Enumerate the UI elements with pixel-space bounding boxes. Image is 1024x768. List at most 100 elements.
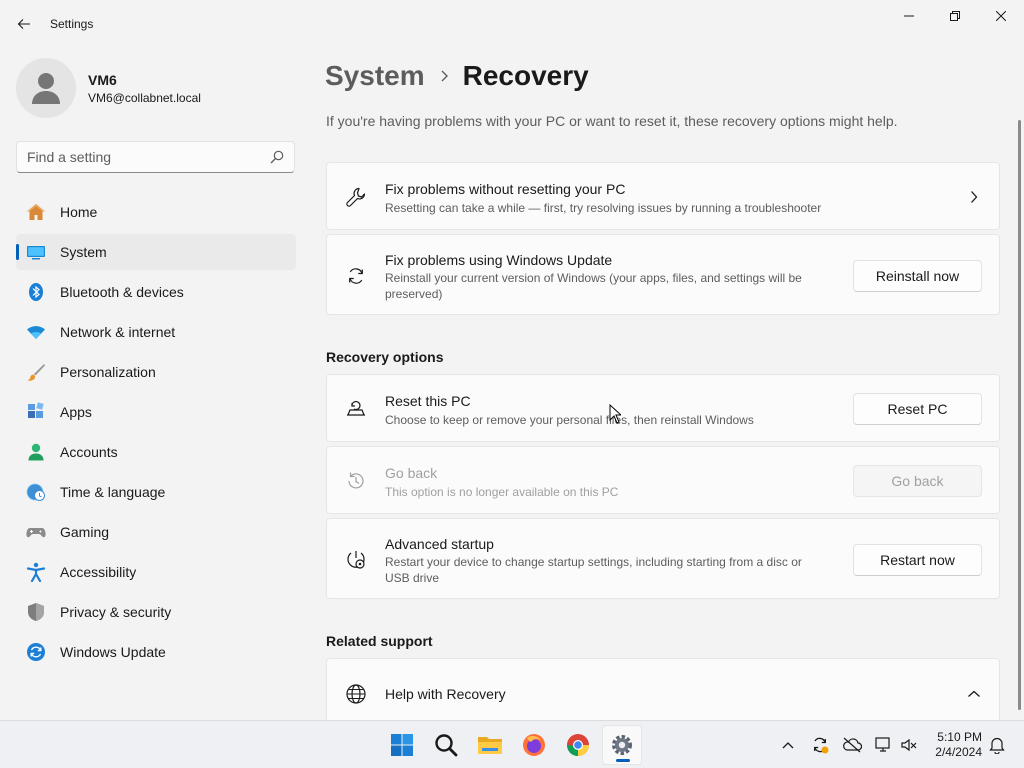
card-description: Choose to keep or remove your personal f…	[385, 413, 754, 427]
update-icon	[26, 642, 46, 662]
gamepad-icon	[26, 522, 46, 542]
shield-icon	[26, 602, 46, 622]
title-bar: Settings	[0, 0, 1024, 48]
chrome-icon	[567, 734, 589, 756]
sync-icon	[345, 265, 367, 287]
minimize-icon	[904, 15, 914, 17]
sidebar-item-label: Privacy & security	[60, 604, 172, 620]
sidebar-item-label: System	[60, 244, 107, 260]
reset-pc-card: Reset this PC Choose to keep or remove y…	[326, 374, 1000, 442]
sidebar-item-accounts[interactable]: Accounts	[16, 434, 296, 470]
go-back-card: Go back This option is no longer availab…	[326, 446, 1000, 514]
card-title: Reset this PC	[385, 393, 471, 409]
start-button[interactable]	[382, 725, 422, 765]
sidebar-item-label: Accounts	[60, 444, 118, 460]
sidebar-item-accessibility[interactable]: Accessibility	[16, 554, 296, 590]
chrome-button[interactable]	[558, 725, 598, 765]
card-description: Restart your device to change startup se…	[385, 555, 802, 585]
breadcrumb: System Recovery	[325, 58, 589, 94]
card-title: Fix problems without resetting your PC	[385, 181, 626, 197]
back-button[interactable]	[12, 12, 36, 36]
restore-icon	[950, 11, 960, 21]
chevron-right-icon	[439, 70, 449, 82]
network-icon[interactable]	[874, 735, 894, 755]
card-title: Help with Recovery	[385, 686, 506, 702]
app-title: Settings	[50, 17, 94, 31]
sidebar-item-label: Time & language	[60, 484, 166, 500]
sidebar-item-label: Gaming	[60, 524, 110, 540]
taskbar-clock[interactable]: 5:10 PM 2/4/2024	[926, 730, 982, 760]
breadcrumb-parent-link[interactable]: System	[325, 60, 425, 92]
sidebar-item-personalization[interactable]: Personalization	[16, 354, 296, 390]
notifications-button[interactable]	[987, 735, 1007, 755]
help-with-recovery-card[interactable]: Help with Recovery	[326, 658, 1000, 720]
close-button[interactable]	[978, 4, 1024, 28]
sidebar-item-label: Accessibility	[60, 564, 137, 580]
recovery-options-heading: Recovery options	[326, 349, 444, 365]
home-icon	[26, 202, 46, 222]
chevron-right-icon	[967, 190, 981, 204]
card-title: Go back	[385, 465, 438, 481]
card-description: Resetting can take a while — first, try …	[385, 201, 822, 215]
sidebar-item-network[interactable]: Network & internet	[16, 314, 296, 350]
clock-time: 5:10 PM	[937, 730, 982, 744]
sidebar-item-privacy[interactable]: Privacy & security	[16, 594, 296, 630]
sidebar-item-time-language[interactable]: Time & language	[16, 474, 296, 510]
restart-now-button[interactable]: Restart now	[853, 544, 982, 576]
sidebar-item-home[interactable]: Home	[16, 194, 296, 230]
card-description: This option is no longer available on th…	[385, 485, 619, 499]
settings-icon	[612, 735, 632, 755]
start-icon	[391, 734, 413, 756]
search-input[interactable]	[27, 142, 267, 172]
clock-date: 2/4/2024	[935, 745, 982, 759]
profile-email: VM6@collabnet.local	[88, 91, 201, 105]
user-profile[interactable]: VM6 VM6@collabnet.local	[16, 58, 296, 118]
update-tray-icon[interactable]	[810, 735, 830, 755]
reset-pc-button[interactable]: Reset PC	[853, 393, 982, 425]
sidebar-item-bluetooth[interactable]: Bluetooth & devices	[16, 274, 296, 310]
person-icon	[32, 73, 60, 104]
maximize-button[interactable]	[932, 4, 978, 28]
sidebar-item-gaming[interactable]: Gaming	[16, 514, 296, 550]
brush-icon	[26, 362, 46, 382]
related-support-heading: Related support	[326, 633, 433, 649]
accounts-icon	[26, 442, 46, 462]
reset-pc-icon	[345, 398, 367, 420]
advanced-startup-card: Advanced startup Restart your device to …	[326, 518, 1000, 599]
close-icon	[996, 11, 1006, 21]
intro-text: If you're having problems with your PC o…	[326, 113, 898, 129]
search-box[interactable]	[16, 141, 295, 173]
advanced-startup-icon	[345, 549, 367, 571]
taskbar-search-button[interactable]	[426, 725, 466, 765]
sidebar-nav: Home System Bluetooth & devices Network …	[16, 194, 296, 674]
scrollbar[interactable]	[1018, 120, 1021, 710]
mouse-cursor-icon	[609, 404, 621, 424]
volume-muted-icon[interactable]	[899, 735, 919, 755]
reinstall-now-button[interactable]: Reinstall now	[853, 260, 982, 292]
sidebar-item-system[interactable]: System	[16, 234, 296, 270]
file-explorer-button[interactable]	[470, 725, 510, 765]
system-icon	[26, 242, 46, 262]
chevron-up-icon[interactable]	[967, 687, 981, 701]
show-hidden-icons-button[interactable]	[778, 735, 798, 755]
fix-without-reset-card[interactable]: Fix problems without resetting your PC R…	[326, 162, 1000, 230]
wifi-icon	[26, 322, 46, 342]
sidebar-item-apps[interactable]: Apps	[16, 394, 296, 430]
search-icon	[435, 734, 458, 757]
card-title: Advanced startup	[385, 536, 494, 552]
avatar	[16, 58, 76, 118]
page-title: Recovery	[462, 60, 589, 91]
firefox-icon	[523, 734, 545, 756]
sidebar-item-windows-update[interactable]: Windows Update	[16, 634, 296, 670]
bluetooth-icon	[26, 282, 46, 302]
settings-taskbar-button[interactable]	[602, 725, 642, 765]
search-icon	[270, 150, 284, 164]
onedrive-offline-icon[interactable]	[842, 735, 862, 755]
history-icon	[345, 470, 367, 492]
minimize-button[interactable]	[886, 4, 932, 28]
card-description: Reinstall your current version of Window…	[385, 271, 802, 301]
firefox-button[interactable]	[514, 725, 554, 765]
sidebar-item-label: Home	[60, 204, 98, 220]
globe-icon	[345, 683, 367, 705]
wrench-icon	[345, 186, 367, 208]
